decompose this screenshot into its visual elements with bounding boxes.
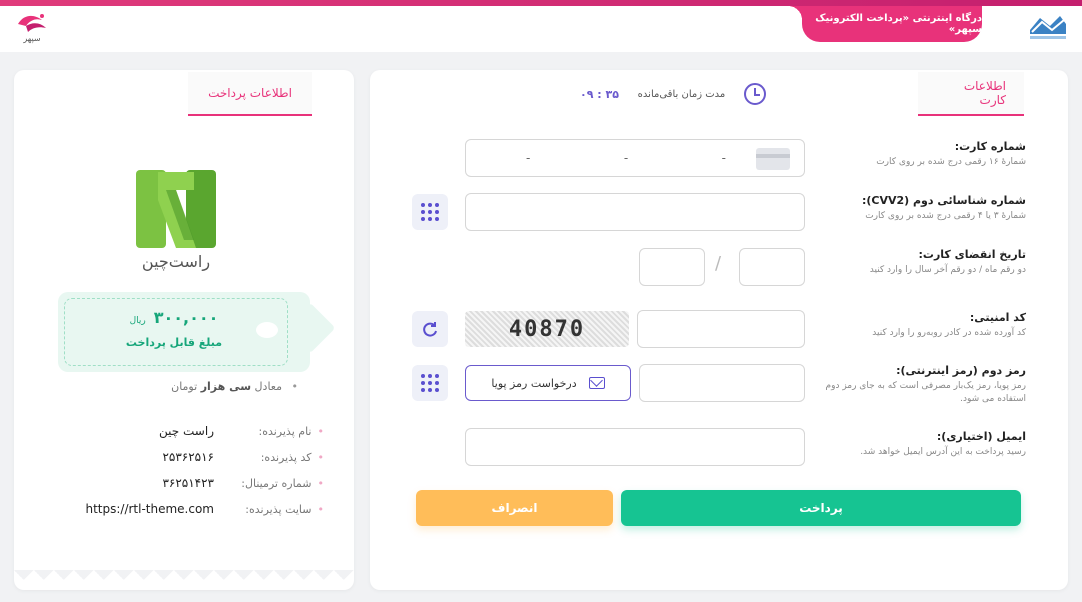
captcha-hint: کد آورده شده در کادر روبه‌رو را وارد کنی…: [872, 328, 1026, 338]
pay-button[interactable]: پرداخت: [621, 490, 1021, 526]
captcha-row: کد امنیتی: کد آورده شده در کادر روبه‌رو …: [812, 311, 1026, 340]
detail-key: سایت پذیرنده:: [224, 503, 324, 516]
merchant-details-list: نام پذیرنده: راست چین کد پذیرنده: ۲۵۳۶۲۵…: [84, 418, 324, 522]
timer-value: ۰۹ : ۳۵: [580, 87, 619, 101]
expiry-hint: دو رقم ماه / دو رقم آخر سال را وارد کنید: [869, 265, 1026, 275]
email-hint: رسید پرداخت به این آدرس ایمیل خواهد شد.: [860, 447, 1026, 457]
amount-value: ۳۰۰,۰۰۰: [153, 308, 219, 327]
card-number-separator: -: [721, 151, 726, 165]
card-number-separator: -: [526, 151, 531, 165]
equivalent-prefix: معادل: [254, 380, 282, 393]
clock-icon: [744, 83, 766, 105]
amount-caption: مبلغ قابل پرداخت: [125, 336, 223, 349]
merchant-name-item: نام پذیرنده: راست چین: [84, 418, 324, 444]
top-bar: سپهر درگاه اینترنتی «پرداخت الکترونیک سپ…: [0, 0, 1082, 52]
request-dynamic-password-button[interactable]: درخواست رمز پویا: [465, 365, 631, 401]
timer-label: مدت زمان باقی‌مانده: [637, 88, 726, 100]
card-info-panel: اطلاعات کارت مدت زمان باقی‌مانده ۰۹ : ۳۵…: [370, 70, 1068, 590]
card-number-row: شماره کارت: شمارهٔ ۱۶ رقمی درج شده بر رو…: [812, 140, 1026, 169]
cvv2-row: شماره شناسائی دوم (CVV2): شمارهٔ ۳ یا ۴ …: [812, 194, 1026, 223]
cvv2-label: شماره شناسائی دوم (CVV2):: [861, 194, 1026, 207]
captcha-label: کد امنیتی:: [969, 311, 1026, 324]
password-keypad-button[interactable]: [412, 365, 448, 401]
cvv2-hint: شمارهٔ ۳ یا ۴ رقمی درج شده بر روی کارت: [865, 211, 1026, 221]
keypad-icon: [421, 374, 439, 392]
sepehr-logo: سپهر: [12, 10, 52, 46]
expiry-label: تاریخ انقضای کارت:: [918, 248, 1027, 261]
amount-ticket: ۳۰۰,۰۰۰ ریال مبلغ قابل پرداخت: [58, 292, 310, 372]
amount-currency: ریال: [129, 316, 146, 326]
card-number-separators: - - -: [526, 140, 726, 176]
merchant-brand-name: راست‌چین: [141, 252, 211, 271]
detail-value: راست چین: [159, 424, 214, 438]
payment-info-panel: اطلاعات پرداخت راست‌چین ۳۰۰,۰۰۰ ریال مبل…: [14, 70, 354, 590]
credit-card-icon: [756, 148, 790, 170]
card-number-input[interactable]: - - -: [465, 139, 805, 177]
countdown-timer: مدت زمان باقی‌مانده ۰۹ : ۳۵: [580, 82, 766, 106]
detail-key: نام پذیرنده:: [224, 425, 324, 438]
request-dynamic-password-label: درخواست رمز پویا: [491, 376, 577, 390]
gateway-title: درگاه اینترنتی «پرداخت الکترونیک سپهر»: [788, 6, 982, 42]
expiry-separator: /: [715, 253, 722, 274]
keypad-icon: [421, 203, 439, 221]
amount-display: ۳۰۰,۰۰۰ ریال: [114, 308, 234, 330]
email-input[interactable]: [465, 428, 805, 466]
email-row: ایمیل (اختیاری): رسید پرداخت به این آدرس…: [812, 430, 1026, 459]
equivalent-words: سی هزار: [200, 380, 252, 393]
detail-value: ۳۶۲۵۱۴۲۳: [162, 476, 214, 490]
amount-equivalent: معادل سی هزار تومان: [154, 380, 298, 393]
refresh-icon: [423, 322, 437, 337]
detail-value: ۲۵۳۶۲۵۱۶: [162, 450, 214, 464]
cvv2-input[interactable]: [465, 193, 805, 231]
merchant-site-item: سایت پذیرنده: https://rtl-theme.com: [84, 496, 324, 522]
card-number-label: شماره کارت:: [954, 140, 1026, 153]
card-number-hint: شمارهٔ ۱۶ رقمی درج شده بر روی کارت: [876, 157, 1026, 167]
card-number-separator: -: [623, 151, 629, 165]
second-password-label: رمز دوم (رمز اینترنتی):: [896, 364, 1026, 377]
bank-emblem-icon: [1030, 16, 1066, 39]
cvv2-keypad-button[interactable]: [412, 194, 448, 230]
second-password-row: رمز دوم (رمز اینترنتی): رمز پویا، رمز یک…: [812, 364, 1026, 406]
brand-text: سپهر: [23, 34, 41, 43]
tab-payment-info[interactable]: اطلاعات پرداخت: [188, 72, 312, 116]
ticket-hole: [256, 322, 278, 338]
terminal-number-item: شماره ترمینال: ۳۶۲۵۱۴۲۳: [84, 470, 324, 496]
email-label: ایمیل (اختیاری):: [936, 430, 1026, 443]
bank-logo: [1026, 12, 1070, 42]
expiry-year-input[interactable]: [639, 248, 705, 286]
equivalent-suffix: تومان: [171, 380, 198, 393]
captcha-input[interactable]: [637, 310, 805, 348]
captcha-image: 40870: [465, 311, 629, 347]
receipt-zigzag-edge: [14, 570, 354, 590]
expiry-row: تاریخ انقضای کارت: دو رقم ماه / دو رقم آ…: [812, 248, 1026, 277]
sepehr-bird-icon: [18, 14, 46, 32]
mail-icon: [588, 377, 605, 389]
tab-card-info[interactable]: اطلاعات کارت: [918, 72, 1024, 116]
cancel-button[interactable]: انصراف: [416, 490, 613, 526]
detail-key: شماره ترمینال:: [224, 477, 324, 490]
detail-key: کد پذیرنده:: [224, 451, 324, 464]
detail-value[interactable]: https://rtl-theme.com: [84, 502, 214, 516]
merchant-logo-icon: [136, 170, 216, 248]
second-password-hint: رمز پویا، رمز یک‌بار مصرفی است که به جای…: [825, 381, 1026, 404]
second-password-input[interactable]: [639, 364, 805, 402]
merchant-code-item: کد پذیرنده: ۲۵۳۶۲۵۱۶: [84, 444, 324, 470]
expiry-month-input[interactable]: [739, 248, 805, 286]
captcha-refresh-button[interactable]: [412, 311, 448, 347]
